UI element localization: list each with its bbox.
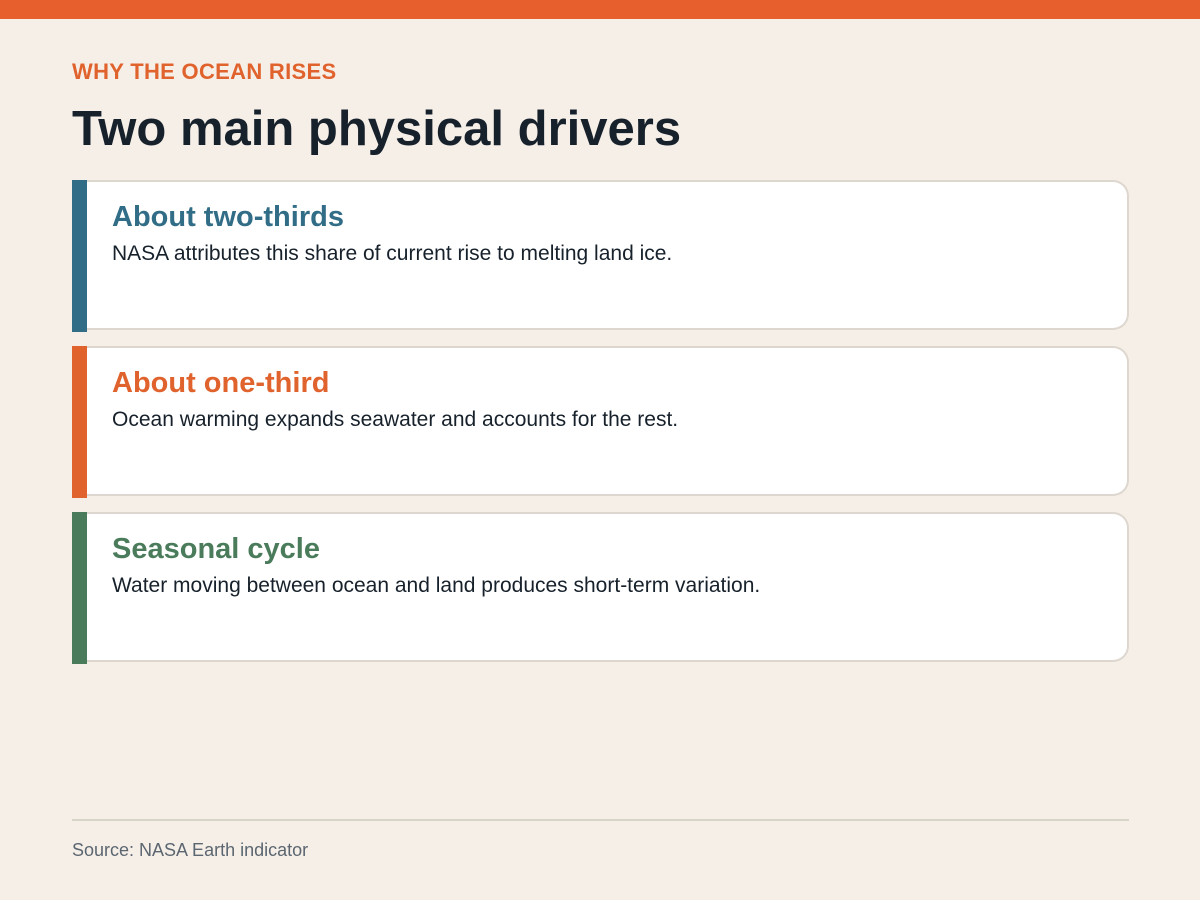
- card-description: Ocean warming expands seawater and accou…: [112, 408, 679, 431]
- card-description: NASA attributes this share of current ri…: [112, 242, 673, 265]
- card-accent-bar: [72, 346, 87, 498]
- driver-card-ocean-warming: About one-third Ocean warming expands se…: [72, 346, 1129, 498]
- card-accent-bar: [72, 512, 87, 664]
- top-accent-bar: [0, 0, 1200, 19]
- card-description: Water moving between ocean and land prod…: [112, 574, 761, 597]
- card-accent-bar: [72, 180, 87, 332]
- driver-cards: About two-thirds NASA attributes this sh…: [72, 180, 1129, 678]
- card-heading: About two-thirds: [112, 201, 344, 233]
- card-heading: Seasonal cycle: [112, 533, 320, 565]
- card-heading: About one-third: [112, 367, 330, 399]
- source-note: Source: NASA Earth indicator: [72, 840, 309, 860]
- page-title: Two main physical drivers: [72, 102, 682, 156]
- driver-card-seasonal-cycle: Seasonal cycle Water moving between ocea…: [72, 512, 1129, 664]
- footer-divider: [72, 819, 1129, 821]
- eyebrow-label: WHY THE OCEAN RISES: [72, 59, 337, 84]
- driver-card-land-ice: About two-thirds NASA attributes this sh…: [72, 180, 1129, 332]
